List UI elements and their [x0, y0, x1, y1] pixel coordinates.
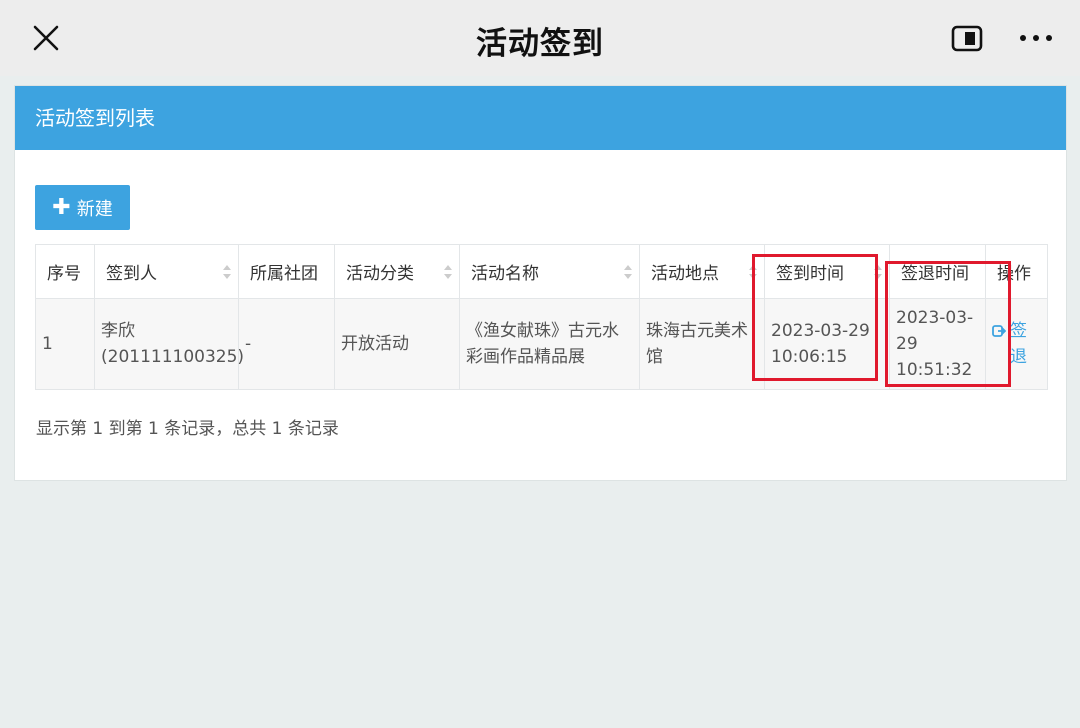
- header-location[interactable]: 活动地点: [639, 244, 765, 299]
- header-category[interactable]: 活动分类: [334, 244, 460, 299]
- new-button[interactable]: ✚ 新建: [35, 185, 130, 230]
- cell-category: 开放活动: [334, 298, 460, 390]
- cell-person: 李欣 (201111100325): [94, 298, 244, 390]
- top-navigation-bar: 活动签到: [0, 0, 1080, 76]
- plus-icon: ✚: [52, 194, 71, 220]
- header-activity[interactable]: 活动名称: [459, 244, 640, 299]
- panel-title: 活动签到列表: [15, 86, 1066, 150]
- cell-club: -: [238, 298, 335, 390]
- cell-activity: 《渔女献珠》古元水彩画作品精品展: [459, 298, 640, 390]
- pagination-summary: 显示第 1 到第 1 条记录，总共 1 条记录: [36, 419, 339, 439]
- checkout-link-label: 签退: [1010, 321, 1027, 367]
- page-title: 活动签到: [476, 26, 604, 62]
- header-index[interactable]: 序号: [35, 244, 95, 299]
- header-person[interactable]: 签到人: [94, 244, 239, 299]
- highlight-box-checkin: [752, 254, 878, 381]
- more-icon[interactable]: [1018, 30, 1054, 46]
- minimize-window-icon[interactable]: [951, 25, 983, 52]
- sort-icon[interactable]: [623, 264, 633, 280]
- new-button-label: 新建: [76, 198, 113, 220]
- sort-icon[interactable]: [222, 264, 232, 280]
- sort-icon[interactable]: [443, 264, 453, 280]
- header-club[interactable]: 所属社团: [238, 244, 335, 299]
- highlight-box-checkout: [885, 261, 1011, 387]
- cell-location: 珠海古元美术馆: [639, 298, 765, 390]
- cell-index: 1: [35, 298, 95, 390]
